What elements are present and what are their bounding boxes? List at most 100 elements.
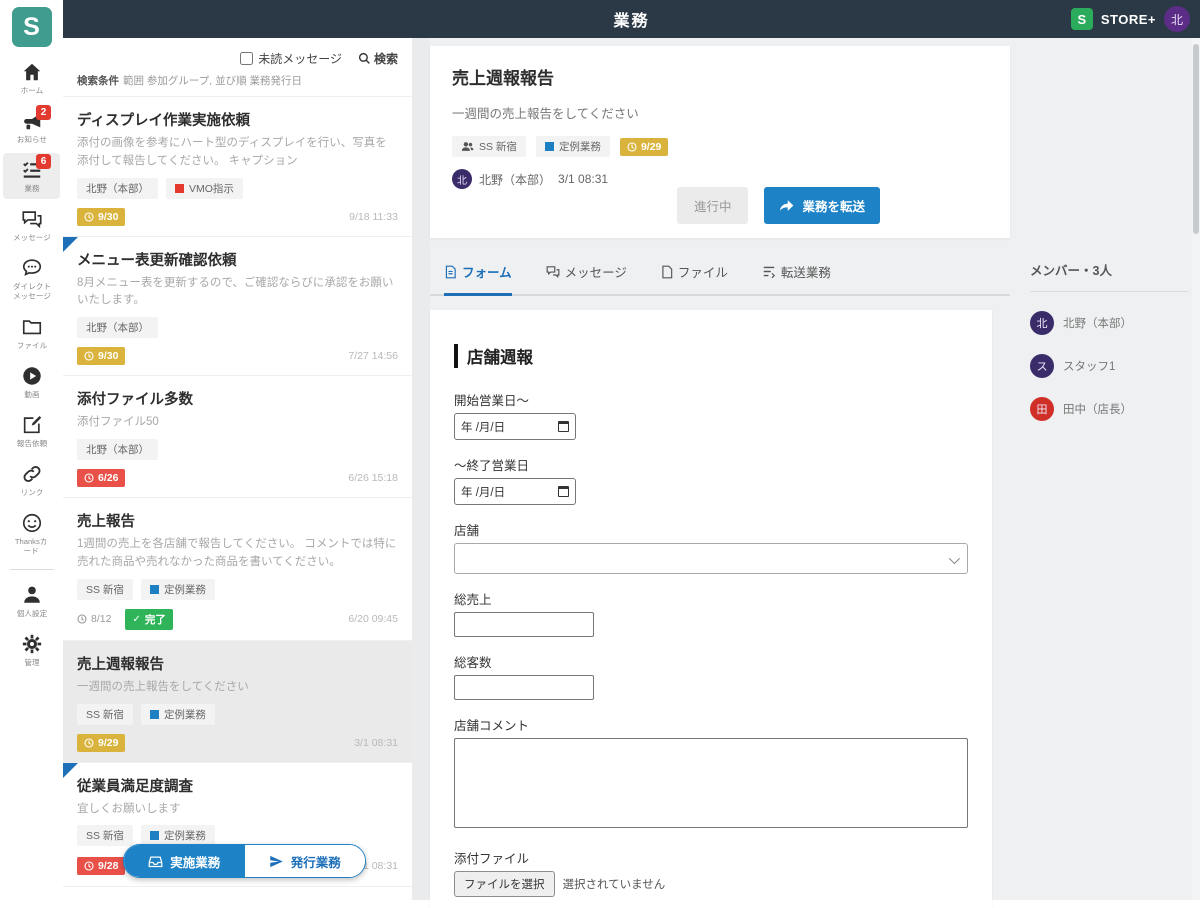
status-button[interactable]: 進行中: [677, 187, 749, 224]
inbox-icon: [148, 854, 163, 869]
author-name: 北野（本部）: [479, 171, 551, 188]
task-description: 一週間の売上報告をしてください: [452, 103, 988, 122]
author-tag: 北野（本部）: [77, 439, 158, 460]
sidebar-divider: [10, 569, 54, 570]
due-badge: 9/30: [77, 208, 125, 226]
sidebar-item-personal-settings[interactable]: 個人設定: [3, 578, 60, 624]
issued-tasks-tab[interactable]: 発行業務: [245, 845, 366, 877]
group-tag: SS 新宿: [452, 136, 526, 157]
task-list-item[interactable]: 業務指示 下記の内容を実施してください。 店長 2/18 回答済み 2/2 14…: [63, 886, 412, 900]
sidebar-item-files[interactable]: ファイル: [3, 310, 60, 356]
total-sales-input[interactable]: [454, 612, 594, 637]
brand-logo: S: [1071, 8, 1093, 30]
item-timestamp: 7/27 14:56: [348, 350, 398, 362]
member-row[interactable]: 北 北野（本部）: [1030, 311, 1188, 335]
item-timestamp: 9/18 11:33: [349, 211, 398, 223]
brand-name: STORE+: [1101, 12, 1156, 27]
sidebar-item-home[interactable]: ホーム: [3, 55, 60, 101]
member-row[interactable]: 田 田中（店長）: [1030, 397, 1188, 421]
unread-corner-icon: [63, 237, 78, 252]
sidebar-item-link[interactable]: リンク: [3, 457, 60, 503]
sidebar-item-report[interactable]: 報告依頼: [3, 408, 60, 454]
task-list-item-selected[interactable]: 売上週報報告 一週間の売上報告をしてください SS 新宿 定例業務 9/29 3…: [63, 640, 412, 762]
unread-checkbox[interactable]: [240, 52, 253, 65]
sidebar-item-thanks[interactable]: Thanksカ ード: [3, 506, 60, 562]
store-select[interactable]: [454, 543, 968, 574]
detail-tabs: フォーム メッセージ ファイル 転送業務: [430, 252, 1010, 296]
task-list-item[interactable]: ディスプレイ作業実施依頼 添付の画像を参考にハート型のディスプレイを行い、写真を…: [63, 96, 412, 236]
start-date-input[interactable]: 年 /月/日: [454, 413, 576, 440]
task-title: 売上週報報告: [452, 64, 988, 89]
received-tasks-tab[interactable]: 実施業務: [124, 845, 245, 877]
unread-filter[interactable]: 未読メッセージ: [240, 50, 342, 67]
members-panel: メンバー・3人 北 北野（本部） ス スタッフ1 田 田中（店長）: [1030, 260, 1188, 421]
news-badge: 2: [36, 105, 51, 120]
app-logo[interactable]: S: [12, 7, 52, 47]
task-list-item[interactable]: メニュー表更新確認依頼 8月メニュー表を更新するので、ご確認ならびに承認をお願い…: [63, 236, 412, 376]
forward-task-button[interactable]: 業務を転送: [764, 187, 880, 224]
user-avatar[interactable]: 北: [1164, 6, 1190, 32]
sidebar-item-admin[interactable]: 管理: [3, 627, 60, 673]
direct-message-icon: [21, 257, 43, 279]
gear-icon: [21, 633, 43, 655]
calendar-icon: [558, 421, 569, 432]
sidebar-item-messages[interactable]: メッセージ: [3, 202, 60, 248]
search-icon: [358, 52, 371, 65]
tab-form[interactable]: フォーム: [444, 262, 512, 296]
person-icon: [21, 584, 43, 606]
tab-messages[interactable]: メッセージ: [546, 262, 627, 296]
type-tag: 定例業務: [536, 136, 610, 157]
task-mode-switch: 実施業務 発行業務: [123, 844, 366, 878]
red-square-icon: [175, 184, 184, 193]
group-tag: SS 新宿: [77, 579, 133, 600]
page-scrollbar[interactable]: [1192, 38, 1200, 900]
unread-corner-icon: [63, 763, 78, 778]
due-badge: 9/29: [620, 138, 668, 156]
end-date-input[interactable]: 年 /月/日: [454, 478, 576, 505]
blue-square-icon: [150, 585, 159, 594]
blue-square-icon: [545, 142, 554, 151]
end-date-label: 〜終了営業日: [454, 455, 968, 474]
overdue-badge: 6/26: [77, 469, 125, 487]
member-avatar: ス: [1030, 354, 1054, 378]
tab-files[interactable]: ファイル: [661, 262, 728, 296]
search-button[interactable]: 検索: [358, 50, 398, 67]
task-list-item[interactable]: 添付ファイル多数 添付ファイル50 北野（本部） 6/26 6/26 15:18: [63, 375, 412, 497]
total-customers-input[interactable]: [454, 675, 594, 700]
task-list-item[interactable]: 売上報告 1週間の売上を各店舗で報告してください。 コメントでは特に売れた商品や…: [63, 497, 412, 640]
total-sales-label: 総売上: [454, 589, 968, 608]
due-badge: 9/30: [77, 347, 125, 365]
due-date-plain: 8/12: [77, 610, 118, 628]
page-title: 業務: [613, 7, 649, 31]
item-timestamp: 6/20 09:45: [348, 613, 398, 625]
group-icon: [461, 141, 474, 152]
type-tag: 定例業務: [141, 704, 215, 725]
top-bar: 業務 S STORE+ 北: [63, 0, 1200, 38]
sidebar-item-news[interactable]: 2 お知らせ: [3, 104, 60, 150]
group-tag: SS 新宿: [77, 825, 133, 846]
comment-textarea[interactable]: [454, 738, 968, 828]
item-timestamp: 3/1 08:31: [354, 737, 398, 749]
sidebar-item-direct-message[interactable]: ダイレクト メッセージ: [3, 251, 60, 307]
thanks-icon: [21, 512, 43, 534]
done-badge: 完了: [125, 609, 172, 630]
choose-file-button[interactable]: ファイルを選択: [454, 871, 555, 897]
form-panel: 店舗週報 開始営業日〜 年 /月/日 〜終了営業日 年 /月/日 店舗 総売上 …: [430, 310, 992, 908]
folder-icon: [21, 316, 43, 338]
sidebar-item-video[interactable]: 動画: [3, 359, 60, 405]
total-customers-label: 総客数: [454, 652, 968, 671]
member-name: 田中（店長）: [1063, 401, 1132, 417]
list-scroll-gutter[interactable]: [412, 38, 430, 900]
author-avatar: 北: [452, 169, 472, 189]
attachment-label: 添付ファイル: [454, 848, 968, 867]
video-icon: [21, 365, 43, 387]
tab-forwarded-tasks[interactable]: 転送業務: [762, 262, 831, 296]
task-timestamp: 3/1 08:31: [558, 172, 608, 186]
scrollbar-thumb[interactable]: [1193, 44, 1199, 234]
author-tag: 北野（本部）: [77, 178, 158, 199]
sidebar-item-tasks[interactable]: 6 業務: [3, 153, 60, 199]
start-date-label: 開始営業日〜: [454, 390, 968, 409]
item-timestamp: 6/26 15:18: [348, 472, 398, 484]
group-tag: SS 新宿: [77, 704, 133, 725]
member-row[interactable]: ス スタッフ1: [1030, 354, 1188, 378]
